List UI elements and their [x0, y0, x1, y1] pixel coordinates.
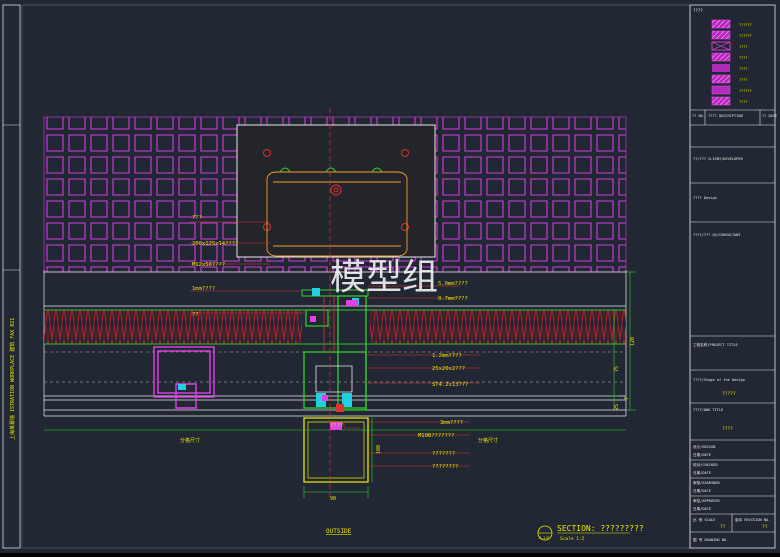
scale-label: 比 例 SCALE	[693, 517, 715, 522]
consultant-label: ????/??? QS/CONSULTANT	[693, 233, 741, 237]
project-title-label: 工程名称/PROJECT TITLE	[693, 342, 738, 347]
dimension-texts: 120 75 25 7 90 100 分格尺寸 分格尺寸	[180, 337, 636, 502]
dim-right-span: 分格尺寸	[478, 437, 498, 444]
note-2: M12x50????	[192, 262, 225, 268]
cad-drawing-canvas: 上海某幕墙 ISTRATION WORKPLACE 建筑 FAX 021 ???…	[0, 0, 780, 553]
note-12: ???????	[432, 451, 455, 457]
design-date: 日期/DATE	[693, 452, 711, 457]
section-scale: Scale 1:2	[560, 536, 585, 542]
section-tag: E—1/E	[539, 536, 550, 540]
note-11: M10B???????	[418, 433, 454, 439]
title-block: ???? ?????? ?????? ???? ???? ???? ???? ?…	[689, 4, 777, 549]
revision-value: ??	[762, 524, 768, 530]
scale-value: ??	[720, 524, 726, 530]
note-1: 200x125x14????	[192, 241, 238, 247]
dim-left-span: 分格尺寸	[180, 437, 200, 444]
approved-date: 日期/DATE	[693, 506, 711, 511]
dim-mid: 75	[614, 366, 620, 372]
left-strip-text: 上海某幕墙 ISTRATION WORKPLACE 建筑 FAX 021	[9, 318, 16, 440]
legend-label-0: ??????	[739, 23, 752, 27]
insulation-left	[44, 310, 302, 344]
legend-label-5: ????	[739, 78, 747, 82]
left-info-strip	[2, 4, 21, 549]
revision-label: 版本 REVISION NO.	[735, 517, 770, 522]
stage-value: ?????	[722, 391, 736, 397]
mullion-assembly	[301, 288, 369, 412]
drawing-no-label: 图 号 DRAWING NO.	[693, 537, 728, 542]
cad-svg: 上海某幕墙 ISTRATION WORKPLACE 建筑 FAX 021 ???…	[2, 4, 777, 549]
legend-label-3: ????	[739, 56, 747, 60]
approved-row: 审定/APPROVED	[693, 498, 720, 503]
insulation-right	[370, 310, 626, 344]
note-6: 0.7mm????	[438, 296, 468, 302]
checked-row: 校对/CHECKED	[693, 462, 718, 467]
note-0: ???	[192, 215, 202, 221]
note-3: 1mm????	[192, 286, 215, 292]
dim-lower-height: 100	[376, 445, 382, 454]
rev-date: ?? DATE	[762, 114, 777, 118]
note-14: ????	[330, 423, 343, 429]
client-label: ??/??? CLIENT/DEVELOPER	[693, 157, 744, 161]
dwg-title-value: ????	[722, 426, 733, 432]
note-5: 5.0mm????	[438, 281, 468, 287]
dim-d2: 7	[624, 397, 630, 400]
transom-profile	[153, 346, 215, 409]
outside-label: OUTSIDE	[326, 528, 352, 535]
examined-date: 日期/DATE	[693, 488, 711, 493]
note-13: ????????	[432, 464, 459, 470]
note-4: ??	[192, 312, 199, 318]
dim-overall: 120	[630, 337, 636, 346]
legend-label-1: ??????	[739, 34, 752, 38]
examined-row: 审核/EXAMINED	[693, 480, 720, 485]
design-label: ???? Design	[693, 196, 717, 200]
note-7: 1.2mm????	[432, 353, 462, 359]
legend-label-6: ??????	[739, 89, 752, 93]
watermark: 模型组	[330, 257, 438, 298]
legend-heading: ????	[693, 8, 703, 13]
note-8: 25x20x2???	[432, 366, 465, 372]
design-row: 设计/DESIGN	[693, 444, 715, 449]
rev-no: ?? NO	[692, 114, 703, 118]
dwg-title-label: ????/DWG TITLE	[693, 408, 723, 412]
note-10: 3mm????	[440, 420, 463, 426]
note-9: ST4.2x13???	[432, 382, 468, 388]
legend-label-4: ????	[739, 67, 747, 71]
legend-swatches	[711, 19, 731, 106]
section-title: SECTION: ?????????	[557, 524, 644, 533]
legend-label-2: ????	[739, 45, 747, 49]
rev-desc: ???? DESCRIPTION	[708, 114, 743, 118]
checked-date: 日期/DATE	[693, 470, 711, 475]
legend-label-7: ????	[739, 100, 747, 104]
dim-d1: 25	[614, 404, 620, 410]
dim-bottom-width: 90	[330, 496, 336, 502]
stage-label: ????/Stage of the Design	[693, 378, 745, 382]
